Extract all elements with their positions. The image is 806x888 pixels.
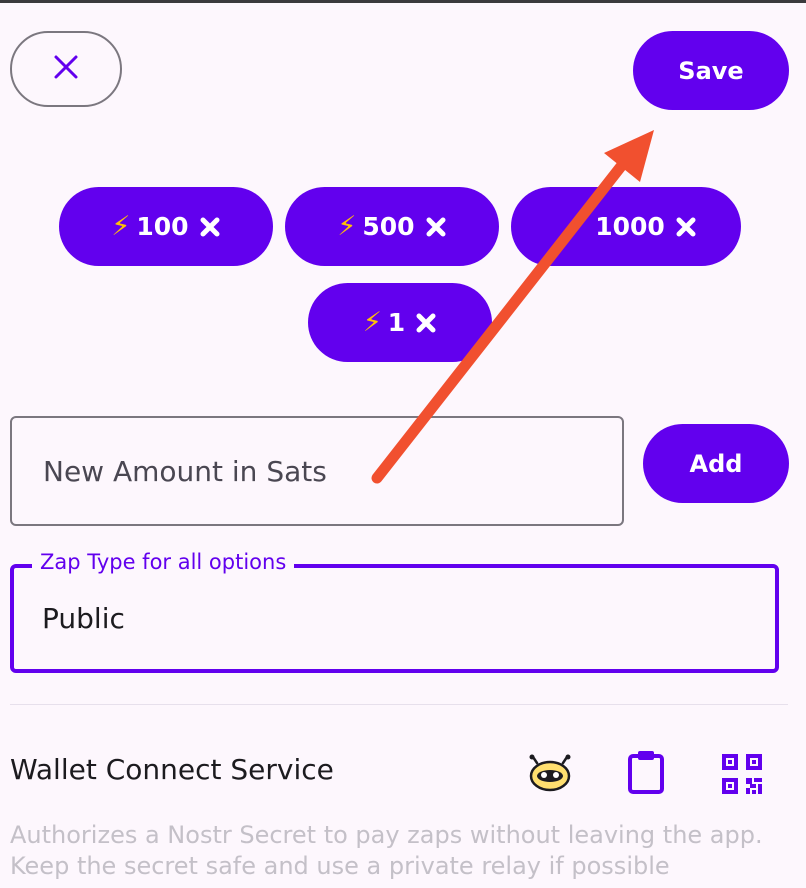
chip-label: 500 (362, 212, 415, 241)
add-button[interactable]: Add (643, 424, 789, 503)
divider (10, 704, 788, 705)
zap-type-select[interactable]: Public (10, 564, 779, 673)
lightning-icon: ⚡ (362, 307, 382, 338)
wallet-connect-title: Wallet Connect Service (10, 753, 334, 786)
zap-type-value: Public (42, 602, 125, 635)
chip-label: 1 (387, 308, 406, 337)
save-button[interactable]: Save (633, 31, 789, 110)
lightning-icon: ⚡ (337, 211, 357, 242)
remove-icon[interactable] (425, 216, 447, 238)
status-bar-edge (0, 0, 806, 3)
clipboard-icon[interactable] (624, 748, 668, 796)
close-icon (53, 54, 79, 84)
remove-icon[interactable] (415, 312, 437, 334)
zap-amount-chip[interactable]: ⚡ 1 (308, 283, 492, 362)
wallet-connect-description: Authorizes a Nostr Secret to pay zaps wi… (10, 821, 763, 880)
remove-icon[interactable] (675, 216, 697, 238)
alby-icon[interactable] (526, 753, 574, 793)
new-amount-placeholder: New Amount in Sats (43, 454, 327, 488)
remove-icon[interactable] (199, 216, 221, 238)
close-button[interactable] (10, 31, 122, 107)
zap-amount-chip[interactable]: 1000 (511, 187, 741, 266)
zap-amount-chip[interactable]: ⚡ 500 (285, 187, 499, 266)
chip-label: 100 (136, 212, 189, 241)
lightning-icon: ⚡ (111, 211, 131, 242)
zap-amount-chip[interactable]: ⚡ 100 (59, 187, 273, 266)
zap-type-label: Zap Type for all options (32, 548, 295, 576)
new-amount-input[interactable]: New Amount in Sats (10, 416, 624, 526)
qr-code-icon[interactable] (718, 750, 766, 798)
chip-label: 1000 (595, 212, 665, 241)
